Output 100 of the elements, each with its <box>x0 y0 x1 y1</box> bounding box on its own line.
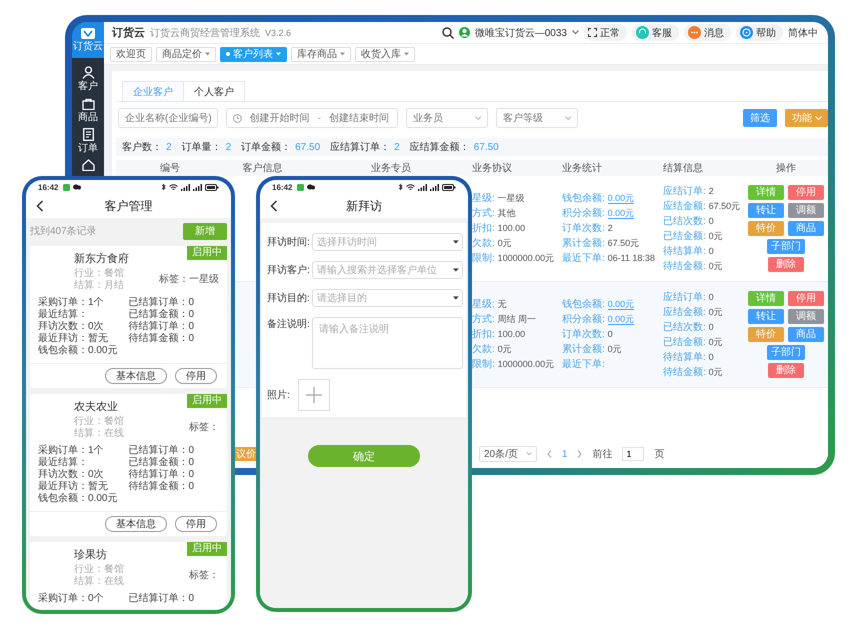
add-button[interactable]: 新增 <box>183 222 227 240</box>
stat-text: 最近结算： <box>38 309 89 320</box>
page-size-select[interactable]: 20条/页 <box>479 446 537 462</box>
action-button[interactable]: 子部门 <box>767 239 805 254</box>
summary-label: 应结算金额： <box>410 140 470 154</box>
wifi-icon <box>406 184 415 190</box>
caret-icon[interactable] <box>453 268 459 272</box>
screen-title: 新拜访 <box>346 198 382 214</box>
action-button[interactable]: 停用 <box>788 291 824 306</box>
dot-icon <box>226 52 230 56</box>
end-date-field[interactable]: 创建结束时间 <box>327 112 391 124</box>
table-cell-text: 待结金额: 0元 <box>663 366 724 378</box>
caret-icon[interactable] <box>453 296 459 300</box>
search-icon[interactable] <box>442 26 454 38</box>
salesperson-input[interactable]: 业务员 <box>413 112 475 124</box>
table-cell-text: 方式: 其他 <box>472 207 517 220</box>
function-button[interactable]: 功能 <box>785 109 828 127</box>
action-button[interactable]: 转让 <box>748 203 784 218</box>
action-button[interactable]: 停用 <box>788 185 824 200</box>
summary-value: 67.50 <box>295 142 320 152</box>
price-button[interactable]: 议价 <box>235 447 257 461</box>
company-search-field[interactable]: 企业名称(企业编号) <box>118 108 218 128</box>
stat-text: 钱包余额：0.00元 <box>38 493 118 505</box>
caret-icon[interactable] <box>572 30 579 35</box>
outline-button[interactable]: 停用 <box>175 516 217 532</box>
language-menu[interactable]: 简体中 <box>788 26 818 40</box>
caret-icon[interactable] <box>453 240 459 244</box>
select-field[interactable]: 请选择目的 <box>312 289 463 307</box>
stat-text: 最近拜访：暂无 <box>38 333 109 344</box>
select-input[interactable]: 请选择目的 <box>316 292 452 304</box>
goto-label: 前往 <box>592 448 612 461</box>
action-button[interactable]: 子部门 <box>767 345 805 360</box>
outline-button[interactable]: 停用 <box>175 368 217 384</box>
summary-value: 67.50 <box>474 142 499 152</box>
status-badge: 启用中 <box>187 542 227 556</box>
person-icon[interactable] <box>82 66 94 79</box>
table-cell-text: 订单次数: 0 <box>562 328 614 341</box>
help-button[interactable]: 帮助 <box>736 24 783 41</box>
fullscreen-icon <box>588 28 597 37</box>
table-cell-text: 应结订单: 0 <box>663 290 715 304</box>
customer-type-tab[interactable]: 企业客户 <box>122 81 184 101</box>
table-cell-text: 星级: 无 <box>472 298 508 311</box>
app-subtitle: 订货云商贸经营管理系统 <box>150 26 260 40</box>
salesperson-select[interactable]: 业务员 <box>406 108 488 128</box>
service-button[interactable]: 客服 <box>632 24 679 41</box>
stat-text: 已结算订单：0 <box>128 297 196 308</box>
action-button[interactable]: 删除 <box>768 257 804 272</box>
bag-icon[interactable] <box>82 97 94 110</box>
action-button[interactable]: 调额 <box>788 203 824 218</box>
sidebar-label[interactable]: 商品 <box>78 112 98 124</box>
document-icon[interactable] <box>82 128 94 141</box>
stat-text: 已结算金额：0 <box>128 309 196 320</box>
page-tab[interactable]: 欢迎页 <box>110 46 152 62</box>
table-cell-text: 积分余额: 0.00元 <box>562 207 636 220</box>
goto-page-field[interactable]: 1 <box>622 447 644 461</box>
page-tab[interactable]: 库存商品 <box>291 46 351 62</box>
action-button[interactable]: 商品 <box>788 327 824 342</box>
photo-upload-button[interactable] <box>298 379 330 411</box>
industry-text: 行业：餐馆 <box>74 268 125 280</box>
sidebar-label[interactable]: 客户 <box>78 81 98 93</box>
action-button[interactable]: 调额 <box>788 309 824 324</box>
industry-text: 行业：餐馆 <box>74 416 124 428</box>
battery-icon <box>205 184 219 190</box>
action-button[interactable]: 详情 <box>748 291 784 306</box>
settlement-text: 结算：在线 <box>74 576 124 588</box>
stat-text: 待结算订单：0 <box>128 469 196 480</box>
bluetooth-icon <box>161 183 166 191</box>
outline-button[interactable]: 基本信息 <box>105 516 167 532</box>
back-button[interactable] <box>270 200 278 212</box>
confirm-button[interactable]: 确定 <box>308 445 420 467</box>
customer-type-tab[interactable]: 个人客户 <box>183 81 245 101</box>
message-button[interactable]: 消息 <box>684 24 731 41</box>
action-button[interactable]: 特价 <box>748 221 784 236</box>
page-tab[interactable]: 商品定价 <box>156 46 216 62</box>
outline-button[interactable]: 基本信息 <box>105 368 167 384</box>
table-cell-text: 累计金额: 67.50元 <box>562 237 640 250</box>
sidebar-label[interactable]: 订单 <box>78 143 98 155</box>
page-tab[interactable]: 客户列表 <box>220 46 287 62</box>
action-button[interactable]: 详情 <box>748 185 784 200</box>
page-tab[interactable]: 收货入库 <box>355 46 415 62</box>
fullscreen-button[interactable]: 正常 <box>584 24 627 41</box>
stat-text: 待结算金额：0 <box>128 333 196 345</box>
start-date-field[interactable]: 创建开始时间 <box>248 112 312 124</box>
action-button[interactable]: 转让 <box>748 309 784 324</box>
action-button[interactable]: 删除 <box>768 363 804 378</box>
action-button[interactable]: 特价 <box>748 327 784 342</box>
date-range-field[interactable]: 创建开始时间 - 创建结束时间 <box>226 108 398 128</box>
stat-text: 采购订单：0个 <box>38 593 105 605</box>
home-icon[interactable] <box>82 159 94 171</box>
summary-value: 2 <box>166 142 172 152</box>
filter-button[interactable]: 筛选 <box>743 109 777 127</box>
remark-field[interactable]: 请输入备注说明 <box>312 317 463 369</box>
action-button[interactable]: 商品 <box>788 221 824 236</box>
current-page[interactable]: 1 <box>562 448 568 460</box>
settlement-text: 结算：月结 <box>74 280 125 292</box>
table-cell-text: 钱包余额: 0.00元 <box>562 298 636 311</box>
user-name[interactable]: 微唯宝订货云—0033 <box>474 26 567 40</box>
back-button[interactable] <box>36 200 44 212</box>
stat-text: 已结算金额：0 <box>128 457 196 468</box>
table-cell-text: 限制: 1000000.00元 <box>472 252 556 265</box>
